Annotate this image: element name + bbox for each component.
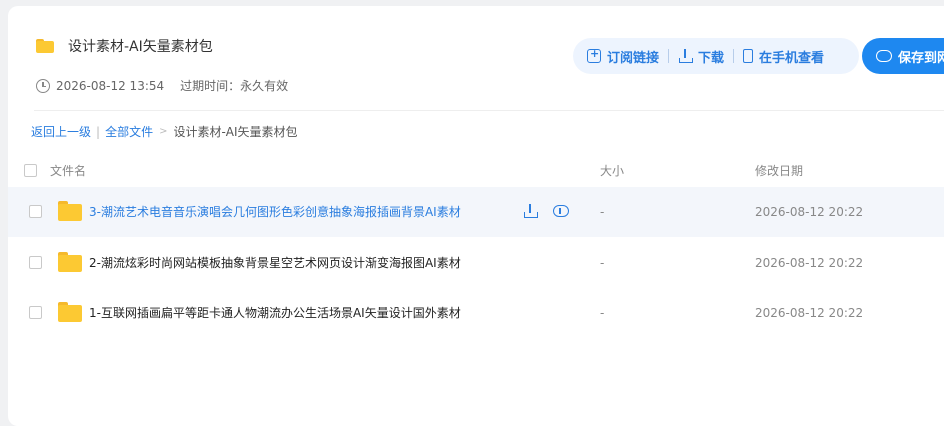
row-checkbox[interactable] bbox=[29, 256, 42, 269]
view-on-phone-button[interactable]: 在手机查看 bbox=[743, 47, 824, 66]
folder-title: 设计素材-AI矢量素材包 bbox=[68, 39, 213, 55]
modified-date: 2026-08-12 20:22 bbox=[755, 256, 864, 270]
expire-label: 过期时间： bbox=[180, 79, 241, 93]
download-button[interactable]: 下载 bbox=[678, 47, 724, 66]
subscribe-link-button[interactable]: 订阅链接 bbox=[587, 47, 659, 66]
view-on-phone-label: 在手机查看 bbox=[759, 50, 825, 66]
table-row[interactable]: 1-互联网插画扁平等距卡通人物潮流办公生活场景AI矢量设计国外素材 - 2026… bbox=[8, 288, 944, 338]
clock-icon bbox=[36, 78, 50, 93]
breadcrumb-current: 设计素材-AI矢量素材包 bbox=[173, 125, 298, 139]
folder-meta: 2026-08-12 13:54 过期时间： 永久有效 bbox=[36, 77, 288, 94]
table-row[interactable]: 2-潮流炫彩时尚网站模板抽象背景星空艺术网页设计渐变海报图AI素材 - 2026… bbox=[8, 238, 944, 288]
file-size: - bbox=[600, 256, 605, 270]
subscribe-icon bbox=[587, 47, 601, 63]
column-header-date[interactable]: 修改日期 bbox=[755, 156, 803, 186]
folder-icon bbox=[58, 201, 82, 221]
expire-value: 永久有效 bbox=[240, 79, 289, 93]
header-divider bbox=[34, 110, 944, 111]
breadcrumb-back-link[interactable]: 返回上一级 bbox=[31, 123, 91, 140]
column-header-size[interactable]: 大小 bbox=[600, 156, 624, 186]
modified-date: 2026-08-12 20:22 bbox=[755, 306, 864, 320]
file-name[interactable]: 1-互联网插画扁平等距卡通人物潮流办公生活场景AI矢量设计国外素材 bbox=[89, 288, 461, 338]
folder-title-row: 设计素材-AI矢量素材包 bbox=[36, 36, 213, 56]
folder-icon bbox=[58, 302, 82, 322]
action-bar: 订阅链接 下载 在手机查看 bbox=[573, 38, 859, 74]
select-all-checkbox[interactable] bbox=[24, 164, 37, 177]
cloud-save-icon[interactable] bbox=[553, 205, 569, 217]
chevron-right-icon: > bbox=[159, 126, 168, 137]
file-size: - bbox=[600, 205, 605, 219]
row-checkbox[interactable] bbox=[29, 205, 42, 218]
share-card: 设计素材-AI矢量素材包 2026-08-12 13:54 过期时间： 永久有效… bbox=[8, 6, 944, 426]
save-label: 保存到网盘 bbox=[898, 50, 944, 66]
cloud-save-icon bbox=[876, 50, 892, 62]
file-name[interactable]: 2-潮流炫彩时尚网站模板抽象背景星空艺术网页设计渐变海报图AI素材 bbox=[89, 238, 461, 288]
row-checkbox[interactable] bbox=[29, 306, 42, 319]
column-header-name[interactable]: 文件名 bbox=[50, 156, 86, 186]
modified-date: 2026-08-12 20:22 bbox=[755, 205, 864, 219]
download-icon bbox=[678, 49, 694, 63]
save-to-netdisk-button[interactable]: 保存到网盘 bbox=[862, 38, 944, 74]
download-icon[interactable] bbox=[523, 204, 538, 218]
folder-icon bbox=[58, 252, 82, 272]
table-row[interactable]: 3-潮流艺术电音音乐演唱会几何图形色彩创意抽象海报插画背景AI素材 - 2026… bbox=[8, 187, 944, 237]
table-header: 文件名 大小 修改日期 bbox=[8, 156, 944, 186]
folder-icon bbox=[36, 39, 54, 53]
action-divider bbox=[733, 49, 735, 63]
breadcrumb-all-files-link[interactable]: 全部文件 bbox=[105, 123, 153, 140]
action-divider bbox=[668, 49, 670, 63]
breadcrumb: 返回上一级 | 全部文件 > 设计素材-AI矢量素材包 bbox=[31, 123, 298, 140]
breadcrumb-separator: | bbox=[96, 124, 101, 139]
file-name[interactable]: 3-潮流艺术电音音乐演唱会几何图形色彩创意抽象海报插画背景AI素材 bbox=[89, 187, 461, 237]
file-size: - bbox=[600, 306, 605, 320]
download-label: 下载 bbox=[698, 50, 725, 66]
phone-icon bbox=[743, 49, 754, 63]
subscribe-label: 订阅链接 bbox=[607, 50, 660, 66]
created-time: 2026-08-12 13:54 bbox=[56, 78, 165, 93]
